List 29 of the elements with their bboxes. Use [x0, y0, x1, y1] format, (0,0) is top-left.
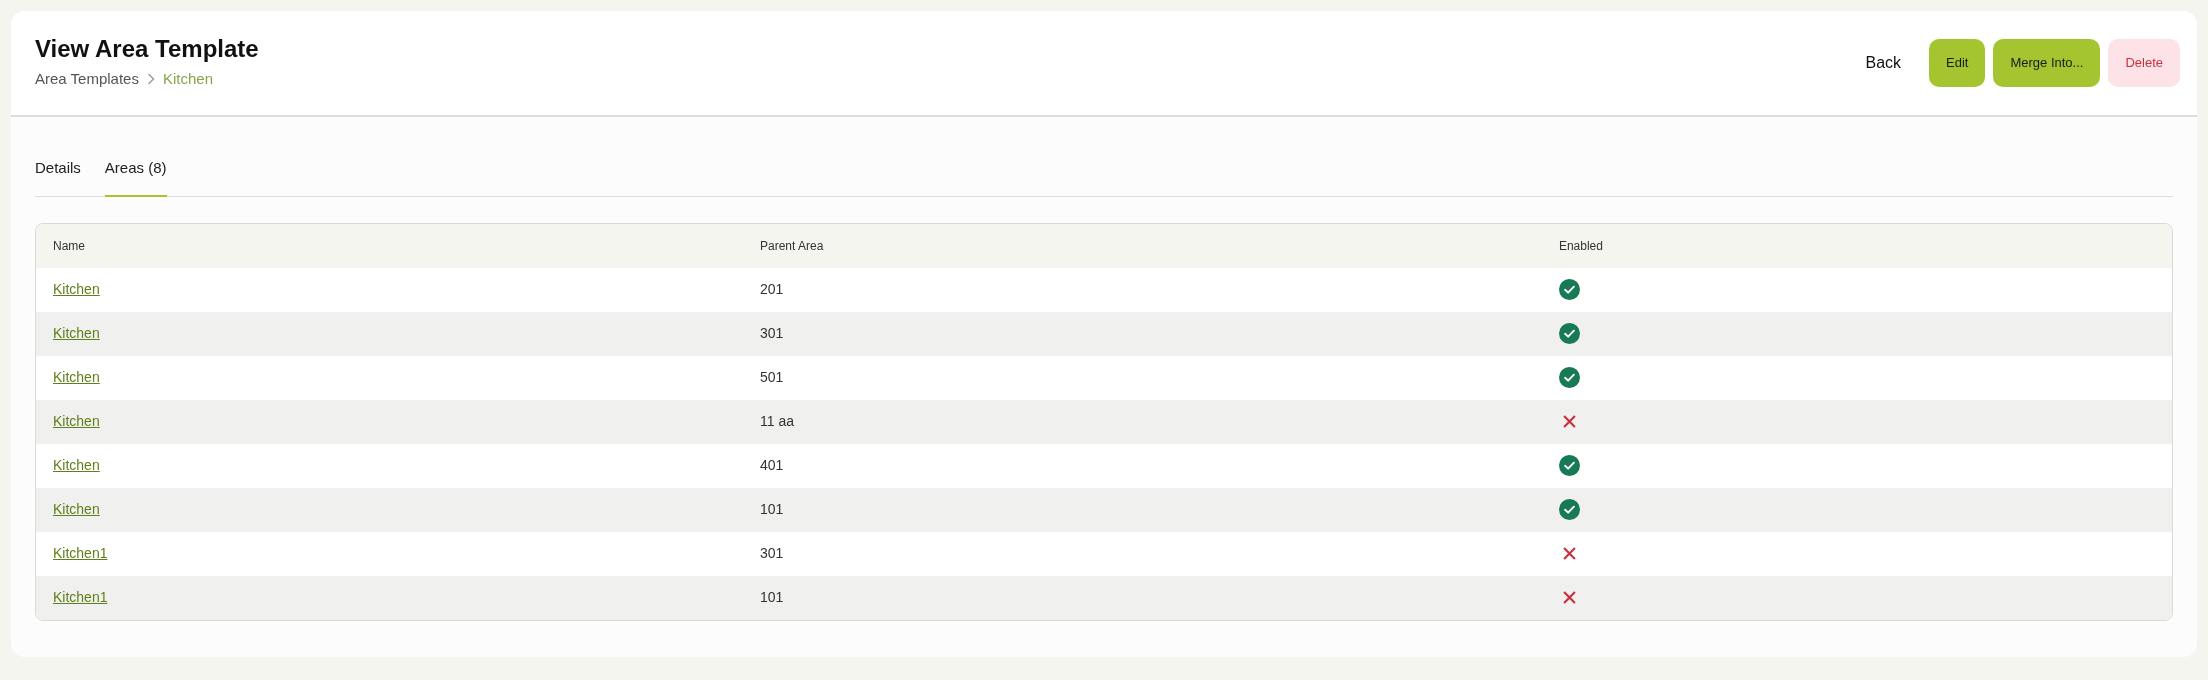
table-cell: 11 aa — [743, 399, 1542, 444]
page-title: View Area Template — [35, 35, 259, 65]
table-cell: 301 — [743, 531, 1542, 576]
column-header: Parent Area — [743, 223, 1542, 268]
area-link[interactable]: Kitchen — [53, 369, 100, 385]
action-button[interactable]: Edit — [1929, 39, 1986, 87]
area-link[interactable]: Kitchen1 — [53, 589, 108, 605]
chevron-icon — [146, 73, 155, 86]
column-header: Enabled — [1541, 223, 2172, 268]
area-link[interactable]: Kitchen — [53, 501, 100, 517]
table-cell: 401 — [743, 443, 1542, 488]
area-link[interactable]: Kitchen1 — [53, 545, 108, 561]
area-link[interactable]: Kitchen — [53, 281, 100, 297]
breadcrumb-link[interactable]: Area Templates — [35, 68, 139, 91]
action-button[interactable]: Merge Into... — [1993, 39, 2101, 87]
area-link[interactable]: Kitchen — [53, 325, 100, 341]
delete-button[interactable]: Delete — [2108, 39, 2180, 87]
table-cell: 501 — [743, 355, 1542, 400]
table-cell: 301 — [743, 311, 1542, 356]
tab[interactable]: Areas (8) — [104, 151, 167, 197]
area-link[interactable]: Kitchen — [53, 413, 100, 429]
table-cell: 101 — [743, 487, 1542, 532]
area-link[interactable]: Kitchen — [53, 457, 100, 473]
column-header: Name — [36, 223, 743, 268]
back-button[interactable]: Back — [1845, 39, 1922, 87]
breadcrumb-current: Kitchen — [162, 69, 213, 90]
table-cell: 201 — [743, 267, 1542, 312]
tab[interactable]: Details — [35, 151, 81, 197]
table-cell: 101 — [743, 575, 1542, 620]
